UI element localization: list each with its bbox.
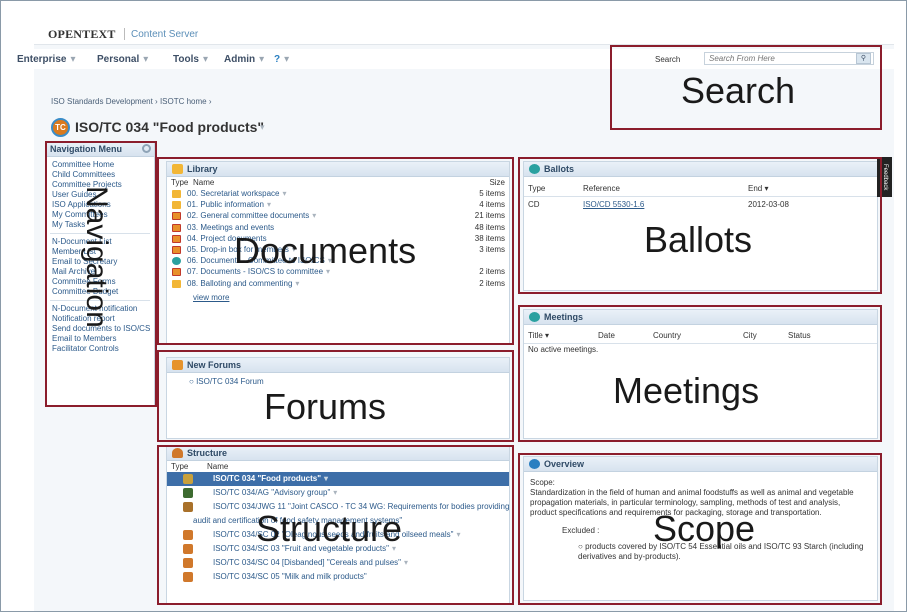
chevron-down-icon: ▾ (259, 54, 265, 65)
help-icon: ? (274, 54, 281, 65)
help-menu[interactable]: ? ▾ (274, 54, 289, 65)
annotation-label-navigation: Navigation (80, 186, 113, 328)
chevron-down-icon: ▾ (143, 54, 149, 65)
breadcrumb[interactable]: ISO Standards Development › ISOTC home › (51, 97, 212, 106)
menu-tools[interactable]: Tools ▾ (173, 54, 208, 65)
screenshot-frame: OPENTEXT Content Server Enterprise ▾ Pers… (0, 0, 907, 612)
annotation-label-documents: Documents (234, 230, 417, 271)
annotation-label-meetings: Meetings (613, 370, 760, 411)
annotation-label-ballots: Ballots (644, 219, 753, 260)
annotation-label-scope: Scope (653, 508, 756, 549)
committee-icon: TC (51, 118, 70, 137)
menu-enterprise[interactable]: Enterprise ▾ (17, 54, 76, 65)
brand-logo: OPENTEXT (48, 27, 116, 41)
product-name: Content Server (131, 29, 199, 40)
chevron-down-icon: ▾ (202, 54, 208, 65)
logo-divider (124, 28, 125, 40)
menu-personal[interactable]: Personal ▾ (97, 54, 148, 65)
menu-admin[interactable]: Admin ▾ (224, 54, 264, 65)
chevron-down-icon: ▾ (70, 54, 76, 65)
annotation-label-search: Search (681, 70, 796, 111)
chevron-down-icon: ▾ (284, 54, 290, 65)
chevron-down-icon[interactable]: ▾ (260, 122, 265, 133)
top-banner: OPENTEXT Content Server (34, 23, 894, 45)
annotation-label-forums: Forums (264, 386, 387, 427)
page-title: ISO/TC 034 "Food products" (75, 119, 265, 135)
annotation-label-structure: Structure (256, 508, 403, 549)
